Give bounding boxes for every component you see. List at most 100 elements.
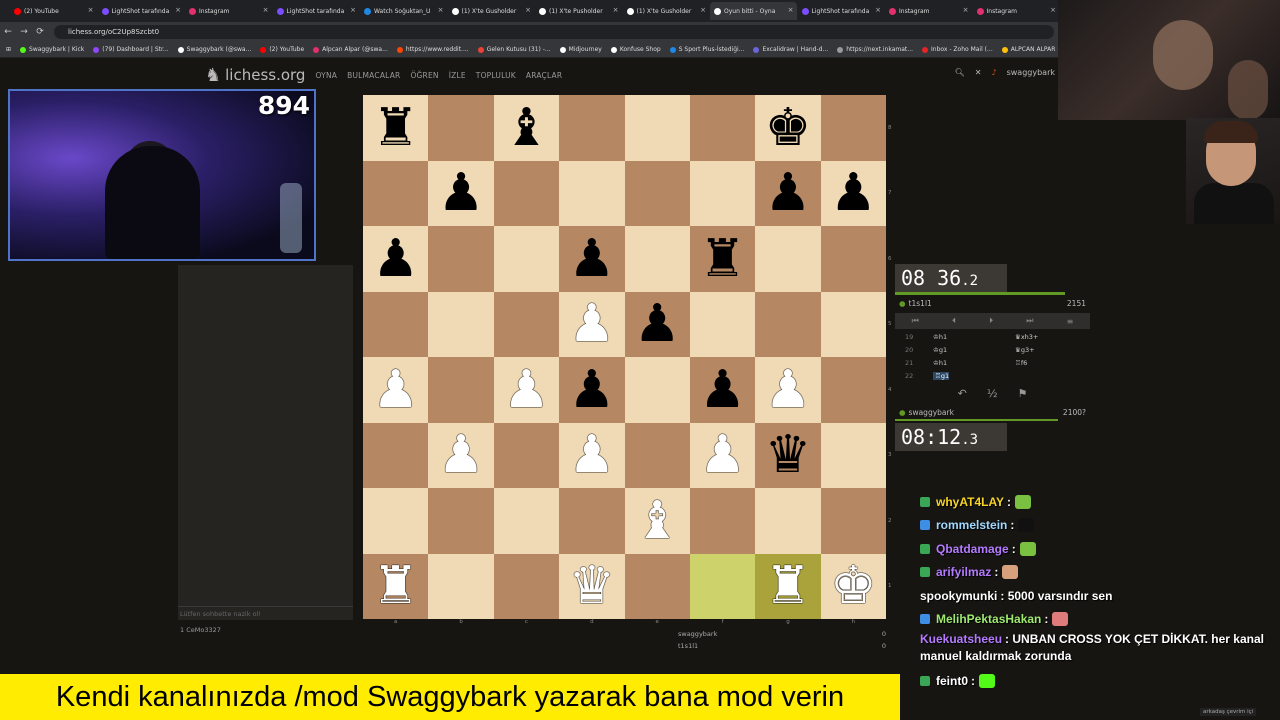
bookmark-item[interactable]: https://www.reddit....	[396, 46, 469, 53]
square-a4[interactable]: ♟	[363, 357, 429, 423]
tab-close-icon[interactable]: ×	[88, 6, 94, 14]
square-h1[interactable]: ♚	[820, 553, 886, 619]
menu-icon[interactable]: ≡	[1067, 317, 1074, 326]
nav-item[interactable]: İZLE	[449, 71, 466, 80]
browser-tab[interactable]: LightShot tarafında ×	[798, 2, 885, 20]
apps-icon[interactable]: ⊞	[6, 46, 11, 53]
black-pawn-icon[interactable]: ♟	[438, 167, 485, 219]
square-e4[interactable]	[624, 357, 690, 423]
white-move[interactable]: ♔h1	[915, 333, 1015, 341]
square-c2[interactable]	[493, 488, 560, 554]
square-c8[interactable]: ♝	[493, 95, 560, 161]
tab-close-icon[interactable]: ×	[875, 6, 881, 14]
square-d3[interactable]: ♟	[559, 422, 625, 488]
tab-close-icon[interactable]: ×	[263, 6, 269, 14]
square-h3[interactable]	[820, 422, 886, 488]
search-icon[interactable]: 🔍︎	[955, 68, 965, 77]
nav-item[interactable]: ÖĞREN	[410, 71, 438, 80]
browser-tab[interactable]: Instagram ×	[185, 2, 272, 20]
square-h5[interactable]	[820, 291, 886, 357]
bookmark-item[interactable]: Inbox - Zoho Mail (...	[922, 46, 993, 53]
square-f8[interactable]	[689, 95, 756, 161]
square-f2[interactable]	[689, 488, 756, 554]
square-d6[interactable]: ♟	[559, 226, 625, 292]
next-move-icon[interactable]: ⏵	[989, 316, 993, 326]
bookmark-item[interactable]: Konfuse Shop	[610, 46, 661, 53]
close-icon[interactable]: ✕	[975, 68, 982, 77]
square-c1[interactable]	[493, 553, 560, 619]
black-move[interactable]: ♖f6	[1015, 359, 1090, 367]
score-player[interactable]: swaggybark	[678, 630, 717, 638]
square-f3[interactable]: ♟	[689, 422, 756, 488]
last-move-icon[interactable]: ⏭	[1026, 316, 1033, 326]
reload-icon[interactable]: ⟳	[32, 27, 48, 37]
opponent-name[interactable]: t1s1l1	[909, 299, 932, 308]
tab-close-icon[interactable]: ×	[350, 6, 356, 14]
square-e3[interactable]	[624, 422, 690, 488]
square-b1[interactable]	[428, 553, 494, 619]
square-b8[interactable]	[428, 95, 494, 161]
username-link[interactable]: swaggybark	[1007, 68, 1055, 77]
square-f6[interactable]: ♜	[689, 226, 756, 292]
address-input[interactable]: lichess.org/oC2Up8Szcbt0	[54, 25, 1054, 39]
tab-close-icon[interactable]: ×	[963, 6, 969, 14]
nav-item[interactable]: BULMACALAR	[347, 71, 400, 80]
square-b7[interactable]: ♟	[428, 160, 494, 226]
square-e5[interactable]: ♟	[624, 291, 690, 357]
prev-move-icon[interactable]: ⏴	[952, 316, 956, 326]
white-pawn-icon[interactable]: ♟	[438, 429, 485, 481]
browser-tab[interactable]: (1) X'te Gusholder ×	[623, 2, 710, 20]
browser-tab[interactable]: LightShot tarafında ×	[273, 2, 360, 20]
white-king-icon[interactable]: ♚	[830, 560, 877, 612]
square-c6[interactable]	[493, 226, 560, 292]
tab-close-icon[interactable]: ×	[788, 6, 794, 14]
browser-tab[interactable]: (1) X'te Pusholder ×	[535, 2, 622, 20]
bookmark-item[interactable]: Swaggybark | Kick	[20, 46, 84, 53]
black-pawn-icon[interactable]: ♟	[569, 233, 616, 285]
bookmark-item[interactable]: S Sport Plus-İstediği...	[669, 46, 744, 53]
white-pawn-icon[interactable]: ♟	[765, 364, 812, 416]
white-move[interactable]: ♔g1	[915, 346, 1015, 354]
tab-close-icon[interactable]: ×	[1050, 6, 1056, 14]
bookmark-item[interactable]: Swaggybark (@swa...	[177, 46, 251, 53]
player-name[interactable]: swaggybark	[909, 408, 954, 417]
square-b5[interactable]	[428, 291, 494, 357]
square-c3[interactable]	[493, 422, 560, 488]
bookmark-item[interactable]: (79) Dashboard | Str...	[93, 46, 169, 53]
bookmark-item[interactable]: Gelen Kutusu (31) -...	[477, 46, 551, 53]
square-f4[interactable]: ♟	[689, 357, 756, 423]
black-pawn-icon[interactable]: ♟	[699, 364, 746, 416]
square-b4[interactable]	[428, 357, 494, 423]
notification-icon[interactable]: ♪	[991, 68, 996, 77]
black-bishop-icon[interactable]: ♝	[503, 102, 550, 154]
square-h7[interactable]: ♟	[820, 160, 886, 226]
black-pawn-icon[interactable]: ♟	[830, 167, 877, 219]
square-h6[interactable]	[820, 226, 886, 292]
square-g4[interactable]: ♟	[755, 357, 821, 423]
site-logo[interactable]: ♞ lichess.org	[205, 65, 305, 86]
black-pawn-icon[interactable]: ♟	[634, 298, 681, 350]
square-d4[interactable]: ♟	[559, 357, 625, 423]
black-pawn-icon[interactable]: ♟	[765, 167, 812, 219]
bookmark-item[interactable]: Midjourney	[559, 46, 602, 53]
white-move[interactable]: ♔h1	[915, 359, 1015, 367]
white-move[interactable]: ♖g1	[915, 371, 1015, 380]
white-queen-icon[interactable]: ♛	[569, 560, 616, 612]
white-bishop-icon[interactable]: ♝	[634, 495, 681, 547]
black-move[interactable]: ♛xh3+	[1015, 333, 1090, 341]
browser-tab[interactable]: (1) X'te Gusholder ×	[448, 2, 535, 20]
square-b6[interactable]	[428, 226, 494, 292]
tab-close-icon[interactable]: ×	[700, 6, 706, 14]
browser-tab[interactable]: Instagram ×	[885, 2, 972, 20]
bookmark-item[interactable]: https://next.inkamat...	[837, 46, 913, 53]
square-e6[interactable]	[624, 226, 690, 292]
nav-item[interactable]: TOPLULUK	[476, 71, 516, 80]
square-c5[interactable]	[493, 291, 560, 357]
black-rook-icon[interactable]: ♜	[699, 233, 746, 285]
square-a3[interactable]	[363, 422, 429, 488]
black-pawn-icon[interactable]: ♟	[372, 233, 419, 285]
square-g8[interactable]: ♚	[755, 95, 821, 161]
white-pawn-icon[interactable]: ♟	[569, 429, 616, 481]
square-c7[interactable]	[493, 160, 560, 226]
bookmark-item[interactable]: Excalidraw | Hand-d...	[753, 46, 828, 53]
